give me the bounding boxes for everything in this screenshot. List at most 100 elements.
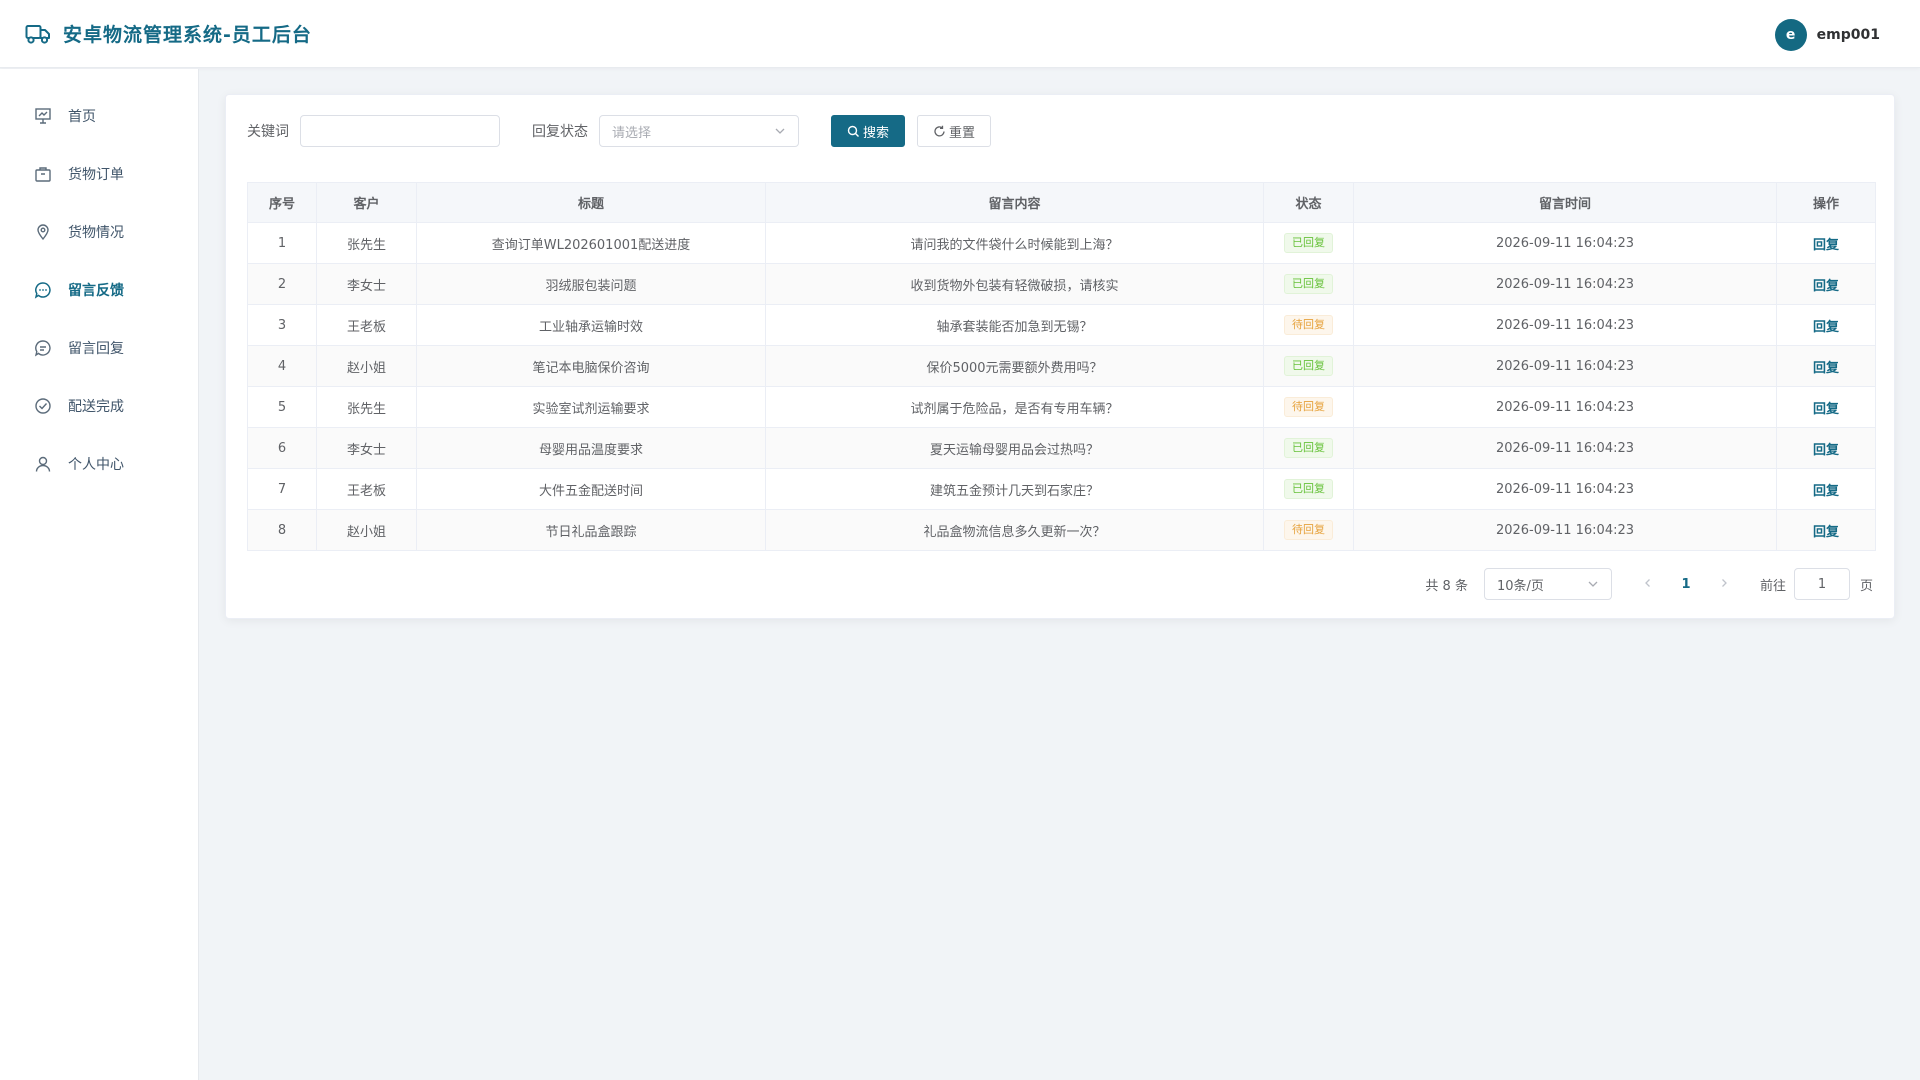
cell-content: 夏天运输母婴用品会过热吗？ [765, 427, 1264, 469]
column-header: 标题 [416, 182, 766, 223]
cell-content: 请问我的文件袋什么时候能到上海？ [765, 222, 1264, 264]
user-menu[interactable]: e emp001 [1774, 19, 1880, 51]
page-number-current[interactable]: 1 [1670, 577, 1702, 592]
status-badge: 待回复 [1284, 520, 1333, 540]
table-row: 1 张先生 查询订单WL202601001配送进度 请问我的文件袋什么时候能到上海？ 已… [247, 222, 1876, 264]
cell-customer: 李女士 [316, 263, 417, 305]
cell-index: 4 [247, 345, 317, 387]
cell-customer: 张先生 [316, 386, 417, 428]
cell-title: 大件五金配送时间 [416, 468, 766, 510]
page-size-select[interactable]: 10条/页 [1483, 568, 1612, 600]
cell-title: 节日礼品盒跟踪 [416, 509, 766, 551]
sidebar-item-feedback[interactable]: 留言反馈 [0, 261, 198, 319]
cell-action: 回复 [1776, 509, 1876, 551]
status-select-placeholder: 请选择 [612, 125, 652, 141]
search-button[interactable]: 搜索 [831, 115, 905, 147]
reply-link[interactable]: 回复 [1813, 402, 1839, 417]
status-label: 回复状态 [532, 124, 588, 140]
cell-content: 建筑五金预计几天到石家庄？ [765, 468, 1264, 510]
reply-link[interactable]: 回复 [1813, 320, 1839, 335]
reply-link[interactable]: 回复 [1813, 484, 1839, 499]
sidebar-item-delivered[interactable]: 配送完成 [0, 377, 198, 435]
column-header: 状态 [1263, 182, 1354, 223]
top-header: 安卓物流管理系统-员工后台 e emp001 [0, 0, 1920, 68]
column-header: 留言时间 [1353, 182, 1777, 223]
main-card: 关键词 回复状态 请选择 搜索 重置 序号 客户 标题 留言内容 状态 留言时间… [225, 94, 1895, 619]
cell-index: 7 [247, 468, 317, 510]
table-row: 6 李女士 母婴用品温度要求 夏天运输母婴用品会过热吗？ 已回复 2026-09-11 1… [247, 427, 1876, 469]
status-badge: 待回复 [1284, 315, 1333, 335]
cell-status: 已回复 [1263, 468, 1354, 510]
cell-title: 实验室试剂运输要求 [416, 386, 766, 428]
reply-link[interactable]: 回复 [1813, 443, 1839, 458]
cell-status: 已回复 [1263, 345, 1354, 387]
cell-time: 2026-09-11 16:04:23 [1353, 468, 1777, 510]
table-row: 7 王老板 大件五金配送时间 建筑五金预计几天到石家庄？ 已回复 2026-09-11 1… [247, 468, 1876, 510]
status-badge: 已回复 [1284, 274, 1333, 294]
dashboard-icon [35, 108, 51, 124]
cell-customer: 张先生 [316, 222, 417, 264]
username[interactable]: emp001 [1817, 27, 1880, 43]
column-header: 操作 [1776, 182, 1876, 223]
reply-link[interactable]: 回复 [1813, 238, 1839, 253]
cell-index: 8 [247, 509, 317, 551]
truck-icon [25, 24, 50, 44]
sidebar-item-cargo-status[interactable]: 货物情况 [0, 203, 198, 261]
brand: 安卓物流管理系统-员工后台 [25, 20, 312, 47]
sidebar-item-orders[interactable]: 货物订单 [0, 145, 198, 203]
status-badge: 已回复 [1284, 356, 1333, 376]
cell-content: 试剂属于危险品，是否有专用车辆？ [765, 386, 1264, 428]
reset-button-label: 重置 [948, 125, 975, 141]
cell-status: 已回复 [1263, 263, 1354, 305]
reply-link[interactable]: 回复 [1813, 525, 1839, 540]
keyword-label: 关键词 [247, 124, 289, 140]
sidebar-item-profile[interactable]: 个人中心 [0, 435, 198, 493]
status-select[interactable]: 请选择 [599, 115, 799, 147]
goto-page-input[interactable] [1793, 568, 1850, 600]
chevron-right-icon [1722, 578, 1727, 587]
prev-page-button[interactable] [1636, 577, 1660, 592]
cell-content: 轴承套装能否加急到无锡？ [765, 304, 1264, 346]
reply-link[interactable]: 回复 [1813, 361, 1839, 376]
avatar[interactable]: e [1774, 19, 1807, 51]
table-row: 5 张先生 实验室试剂运输要求 试剂属于危险品，是否有专用车辆？ 待回复 2026-09-… [247, 386, 1876, 428]
chevron-down-icon [1588, 581, 1598, 587]
cell-action: 回复 [1776, 345, 1876, 387]
cell-time: 2026-09-11 16:04:23 [1353, 345, 1777, 387]
cell-index: 6 [247, 427, 317, 469]
status-badge: 已回复 [1284, 479, 1333, 499]
cell-action: 回复 [1776, 304, 1876, 346]
sidebar-item-label: 货物情况 [68, 225, 124, 241]
app-title: 安卓物流管理系统-员工后台 [63, 24, 312, 46]
cell-content: 收到货物外包装有轻微破损，请核实 [765, 263, 1264, 305]
cell-action: 回复 [1776, 427, 1876, 469]
cell-action: 回复 [1776, 386, 1876, 428]
cell-customer: 李女士 [316, 427, 417, 469]
reply-link[interactable]: 回复 [1813, 279, 1839, 294]
cell-title: 工业轴承运输时效 [416, 304, 766, 346]
cell-customer: 赵小姐 [316, 345, 417, 387]
cell-title: 笔记本电脑保价咨询 [416, 345, 766, 387]
cell-time: 2026-09-11 16:04:23 [1353, 427, 1777, 469]
package-icon [35, 167, 51, 182]
cell-action: 回复 [1776, 468, 1876, 510]
cell-title: 羽绒服包装问题 [416, 263, 766, 305]
sidebar-item-home[interactable]: 首页 [0, 87, 198, 145]
keyword-input[interactable] [300, 115, 500, 147]
next-page-button[interactable] [1712, 577, 1736, 592]
feedback-table: 序号 客户 标题 留言内容 状态 留言时间 操作 1 张先生 查询订单WL20260… [247, 182, 1876, 551]
cell-title: 查询订单WL202601001配送进度 [416, 222, 766, 264]
goto-label: 前往 [1759, 578, 1786, 594]
cell-time: 2026-09-11 16:04:23 [1353, 304, 1777, 346]
reply-bubble-icon [34, 340, 51, 357]
column-header: 留言内容 [765, 182, 1264, 223]
sidebar-item-label: 首页 [68, 109, 96, 125]
chevron-left-icon [1645, 578, 1650, 587]
status-badge: 已回复 [1284, 233, 1333, 253]
cell-content: 保价5000元需要额外费用吗？ [765, 345, 1264, 387]
reset-button[interactable]: 重置 [917, 115, 991, 147]
page-size-value: 10条/页 [1496, 578, 1544, 594]
sidebar: 首页 货物订单 货物情况 留言反馈 留言回复 配送完成 个人中心 [0, 69, 199, 1080]
table-header-row: 序号 客户 标题 留言内容 状态 留言时间 操作 [247, 182, 1876, 223]
sidebar-item-replies[interactable]: 留言回复 [0, 319, 198, 377]
